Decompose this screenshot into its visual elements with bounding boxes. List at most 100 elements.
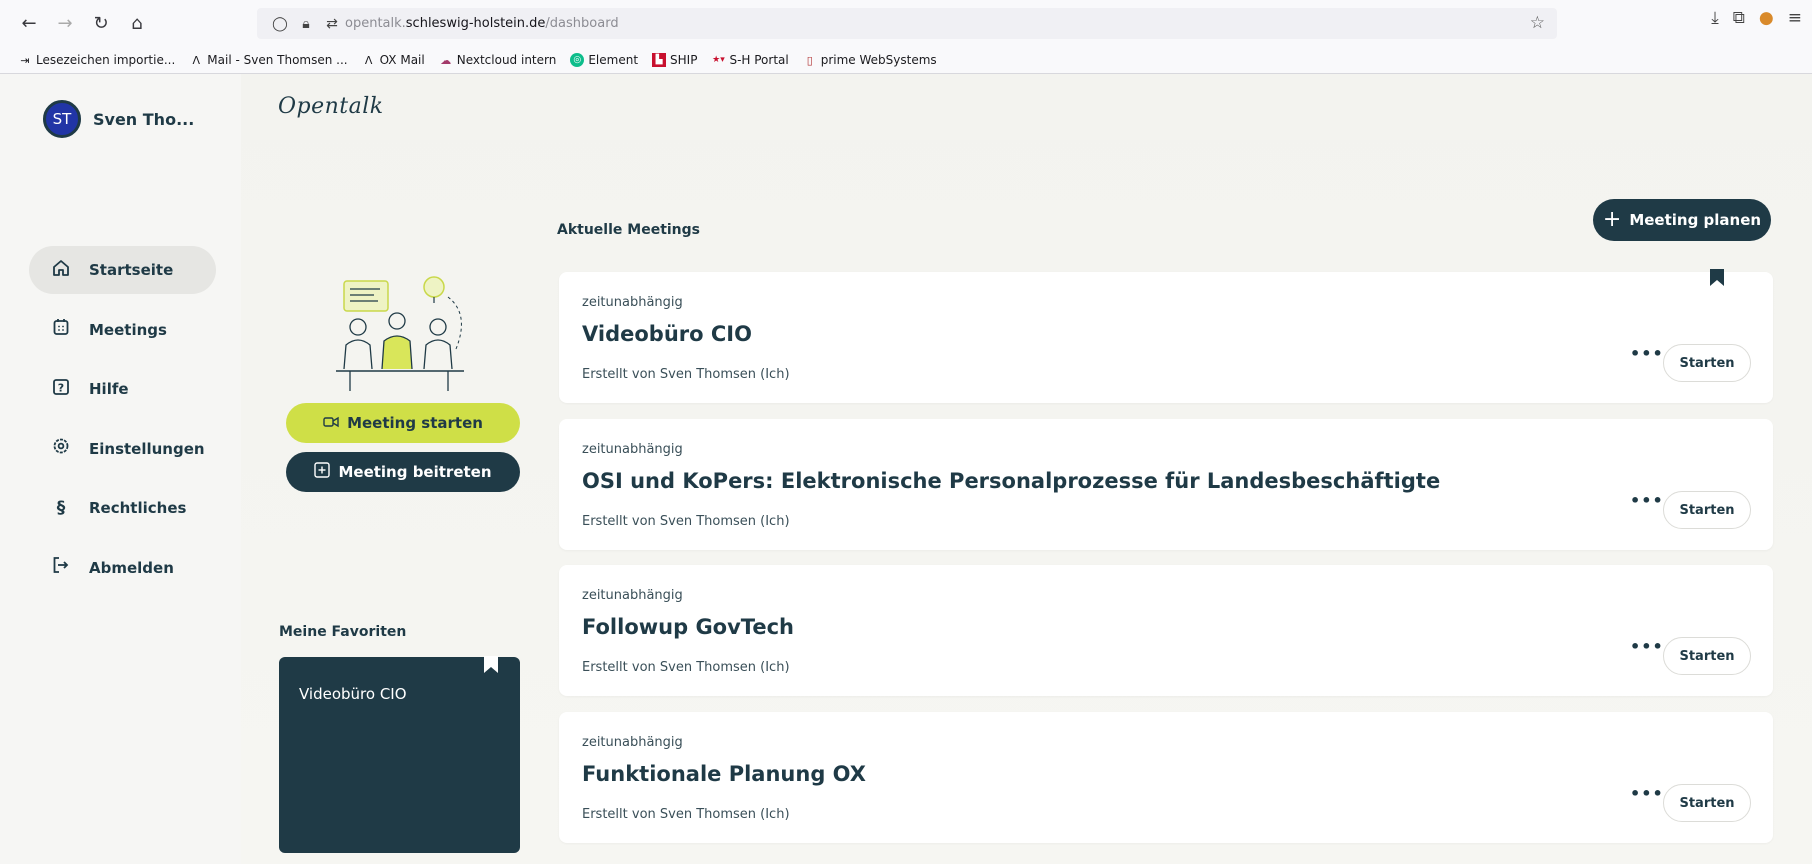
- bookmark-mail[interactable]: Λ Mail - Sven Thomsen ...: [189, 53, 348, 67]
- more-options-icon[interactable]: •••: [1630, 637, 1664, 656]
- start-meeting-label: Meeting starten: [347, 414, 483, 432]
- plus-icon: +: [1602, 207, 1622, 232]
- home-browser-icon[interactable]: ⌂: [120, 7, 154, 41]
- shield-icon[interactable]: ◯: [267, 16, 293, 32]
- start-button[interactable]: Starten: [1663, 784, 1751, 822]
- bookmark-import[interactable]: ⇥ Lesezeichen importie...: [18, 53, 175, 67]
- extensions-icon[interactable]: ⧉: [1733, 8, 1745, 28]
- permissions-icon[interactable]: ⇄: [319, 16, 345, 32]
- start-meeting-button[interactable]: Meeting starten: [286, 403, 520, 443]
- reload-icon[interactable]: ↻: [84, 7, 118, 41]
- url-host: schleswig-holstein.de: [405, 16, 546, 31]
- back-icon[interactable]: ←: [12, 7, 46, 41]
- more-options-icon[interactable]: •••: [1630, 344, 1664, 363]
- sidebar-item-label: Abmelden: [89, 558, 174, 577]
- favorite-name: Videobüro CIO: [299, 685, 407, 703]
- plus-box-icon: [314, 462, 331, 482]
- sidebar-item-abmelden[interactable]: Abmelden: [29, 544, 216, 592]
- bookmark-element[interactable]: ◎ Element: [570, 53, 638, 67]
- current-meetings-title: Aktuelle Meetings: [557, 222, 701, 238]
- bookmark-prime[interactable]: ▯ prime WebSystems: [803, 53, 937, 67]
- url-prefix: opentalk.: [345, 16, 406, 31]
- meeting-creator: Erstellt von Sven Thomsen (Ich): [582, 367, 790, 382]
- sidebar-item-startseite[interactable]: Startseite: [29, 246, 216, 294]
- join-meeting-button[interactable]: Meeting beitreten: [286, 452, 520, 492]
- bookmark-label: prime WebSystems: [820, 53, 937, 67]
- toolbar-right-icons: ⤓ ⧉ ● ≡: [1711, 8, 1802, 28]
- meeting-card[interactable]: zeitunabhängig OSI und KoPers: Elektroni…: [559, 419, 1773, 550]
- bookmark-sh-portal[interactable]: ★▾ S-H Portal: [711, 53, 789, 67]
- meeting-card[interactable]: zeitunabhängig Videobüro CIO Erstellt vo…: [559, 269, 1773, 403]
- plan-meeting-label: Meeting planen: [1629, 211, 1762, 229]
- meeting-card[interactable]: zeitunabhängig Funktionale Planung OX Er…: [559, 712, 1773, 843]
- meeting-title: Followup GovTech: [582, 615, 794, 639]
- bookmark-icon[interactable]: [1710, 269, 1724, 290]
- start-button[interactable]: Starten: [1663, 491, 1751, 529]
- bookmark-nextcloud[interactable]: ☁ Nextcloud intern: [439, 53, 556, 67]
- url-text[interactable]: opentalk.schleswig-holstein.de/dashboard: [345, 16, 619, 31]
- favorites-title: Meine Favoriten: [279, 624, 407, 640]
- bookmark-ship[interactable]: ▙ SHIP: [652, 53, 697, 67]
- prime-icon: ▯: [806, 53, 813, 67]
- app: ST Sven Tho... Startseite Meetings ? Hil…: [0, 74, 1812, 864]
- start-button[interactable]: Starten: [1663, 637, 1751, 675]
- more-options-icon[interactable]: •••: [1630, 491, 1664, 510]
- bookmark-label: Mail - Sven Thomsen ...: [207, 53, 348, 67]
- sidebar: ST Sven Tho... Startseite Meetings ? Hil…: [0, 74, 241, 864]
- join-meeting-label: Meeting beitreten: [338, 463, 492, 481]
- element-icon: ◎: [570, 53, 585, 67]
- download-icon[interactable]: ⤓: [1711, 8, 1719, 28]
- meeting-title: Videobüro CIO: [582, 322, 752, 346]
- svg-text:?: ?: [58, 381, 64, 394]
- meeting-time: zeitunabhängig: [582, 442, 683, 457]
- meeting-card[interactable]: zeitunabhängig Followup GovTech Erstellt…: [559, 565, 1773, 696]
- star-icon[interactable]: ☆: [1530, 13, 1545, 33]
- bookmark-label: SHIP: [670, 53, 698, 67]
- sidebar-item-label: Einstellungen: [89, 439, 205, 458]
- start-button[interactable]: Starten: [1663, 344, 1751, 382]
- user-name: Sven Tho...: [93, 109, 195, 129]
- sidebar-item-label: Meetings: [89, 320, 167, 339]
- video-camera-icon: [323, 414, 339, 432]
- home-icon: [51, 259, 71, 282]
- meeting-illustration: [330, 269, 480, 399]
- meeting-creator: Erstellt von Sven Thomsen (Ich): [582, 807, 790, 822]
- ox-icon: Λ: [364, 53, 373, 67]
- opentalk-logo: Opentalk: [278, 94, 384, 119]
- sidebar-item-rechtliches[interactable]: § Rechtliches: [29, 484, 216, 532]
- menu-icon[interactable]: ≡: [1788, 8, 1802, 28]
- bookmark-ox-mail[interactable]: Λ OX Mail: [362, 53, 425, 67]
- sidebar-item-label: Rechtliches: [89, 499, 187, 517]
- meeting-title: OSI und KoPers: Elektronische Personalpr…: [582, 469, 1441, 493]
- sidebar-item-label: Hilfe: [89, 380, 129, 398]
- sidebar-nav: Startseite Meetings ? Hilfe Einstellunge…: [29, 246, 216, 603]
- plan-meeting-button[interactable]: + Meeting planen: [1593, 199, 1771, 241]
- bookmark-label: Lesezeichen importie...: [36, 53, 176, 67]
- bookmark-label: Element: [588, 53, 639, 67]
- user-profile[interactable]: ST Sven Tho...: [43, 100, 194, 138]
- avatar[interactable]: ST: [43, 100, 81, 138]
- bookmark-label: OX Mail: [379, 53, 425, 67]
- bookmark-icon[interactable]: [484, 656, 498, 677]
- sidebar-item-meetings[interactable]: Meetings: [29, 306, 216, 354]
- sidebar-item-hilfe[interactable]: ? Hilfe: [29, 365, 216, 413]
- paragraph-icon: §: [56, 498, 66, 518]
- meeting-time: zeitunabhängig: [582, 735, 683, 750]
- import-icon: ⇥: [20, 53, 30, 67]
- forward-icon[interactable]: →: [48, 7, 82, 41]
- logout-icon: [51, 556, 71, 579]
- more-options-icon[interactable]: •••: [1630, 784, 1664, 803]
- favorite-card[interactable]: Videobüro CIO: [279, 656, 520, 853]
- sidebar-item-einstellungen[interactable]: Einstellungen: [29, 425, 216, 473]
- url-path: /dashboard: [545, 16, 619, 31]
- settings-icon: [51, 437, 71, 460]
- nav-buttons: ← → ↻ ⌂: [12, 7, 154, 41]
- meeting-creator: Erstellt von Sven Thomsen (Ich): [582, 660, 790, 675]
- ox-icon: Λ: [192, 53, 201, 67]
- extension-fox-icon[interactable]: ●: [1759, 8, 1774, 28]
- bookmark-label: S-H Portal: [729, 53, 789, 67]
- bookmarks-bar: ⇥ Lesezeichen importie... Λ Mail - Sven Th…: [0, 47, 1812, 74]
- url-bar[interactable]: ◯ 🔒︎ ⇄ opentalk.schleswig-holstein.de/da…: [257, 8, 1557, 39]
- meeting-creator: Erstellt von Sven Thomsen (Ich): [582, 514, 790, 529]
- lock-icon[interactable]: 🔒︎: [293, 16, 319, 32]
